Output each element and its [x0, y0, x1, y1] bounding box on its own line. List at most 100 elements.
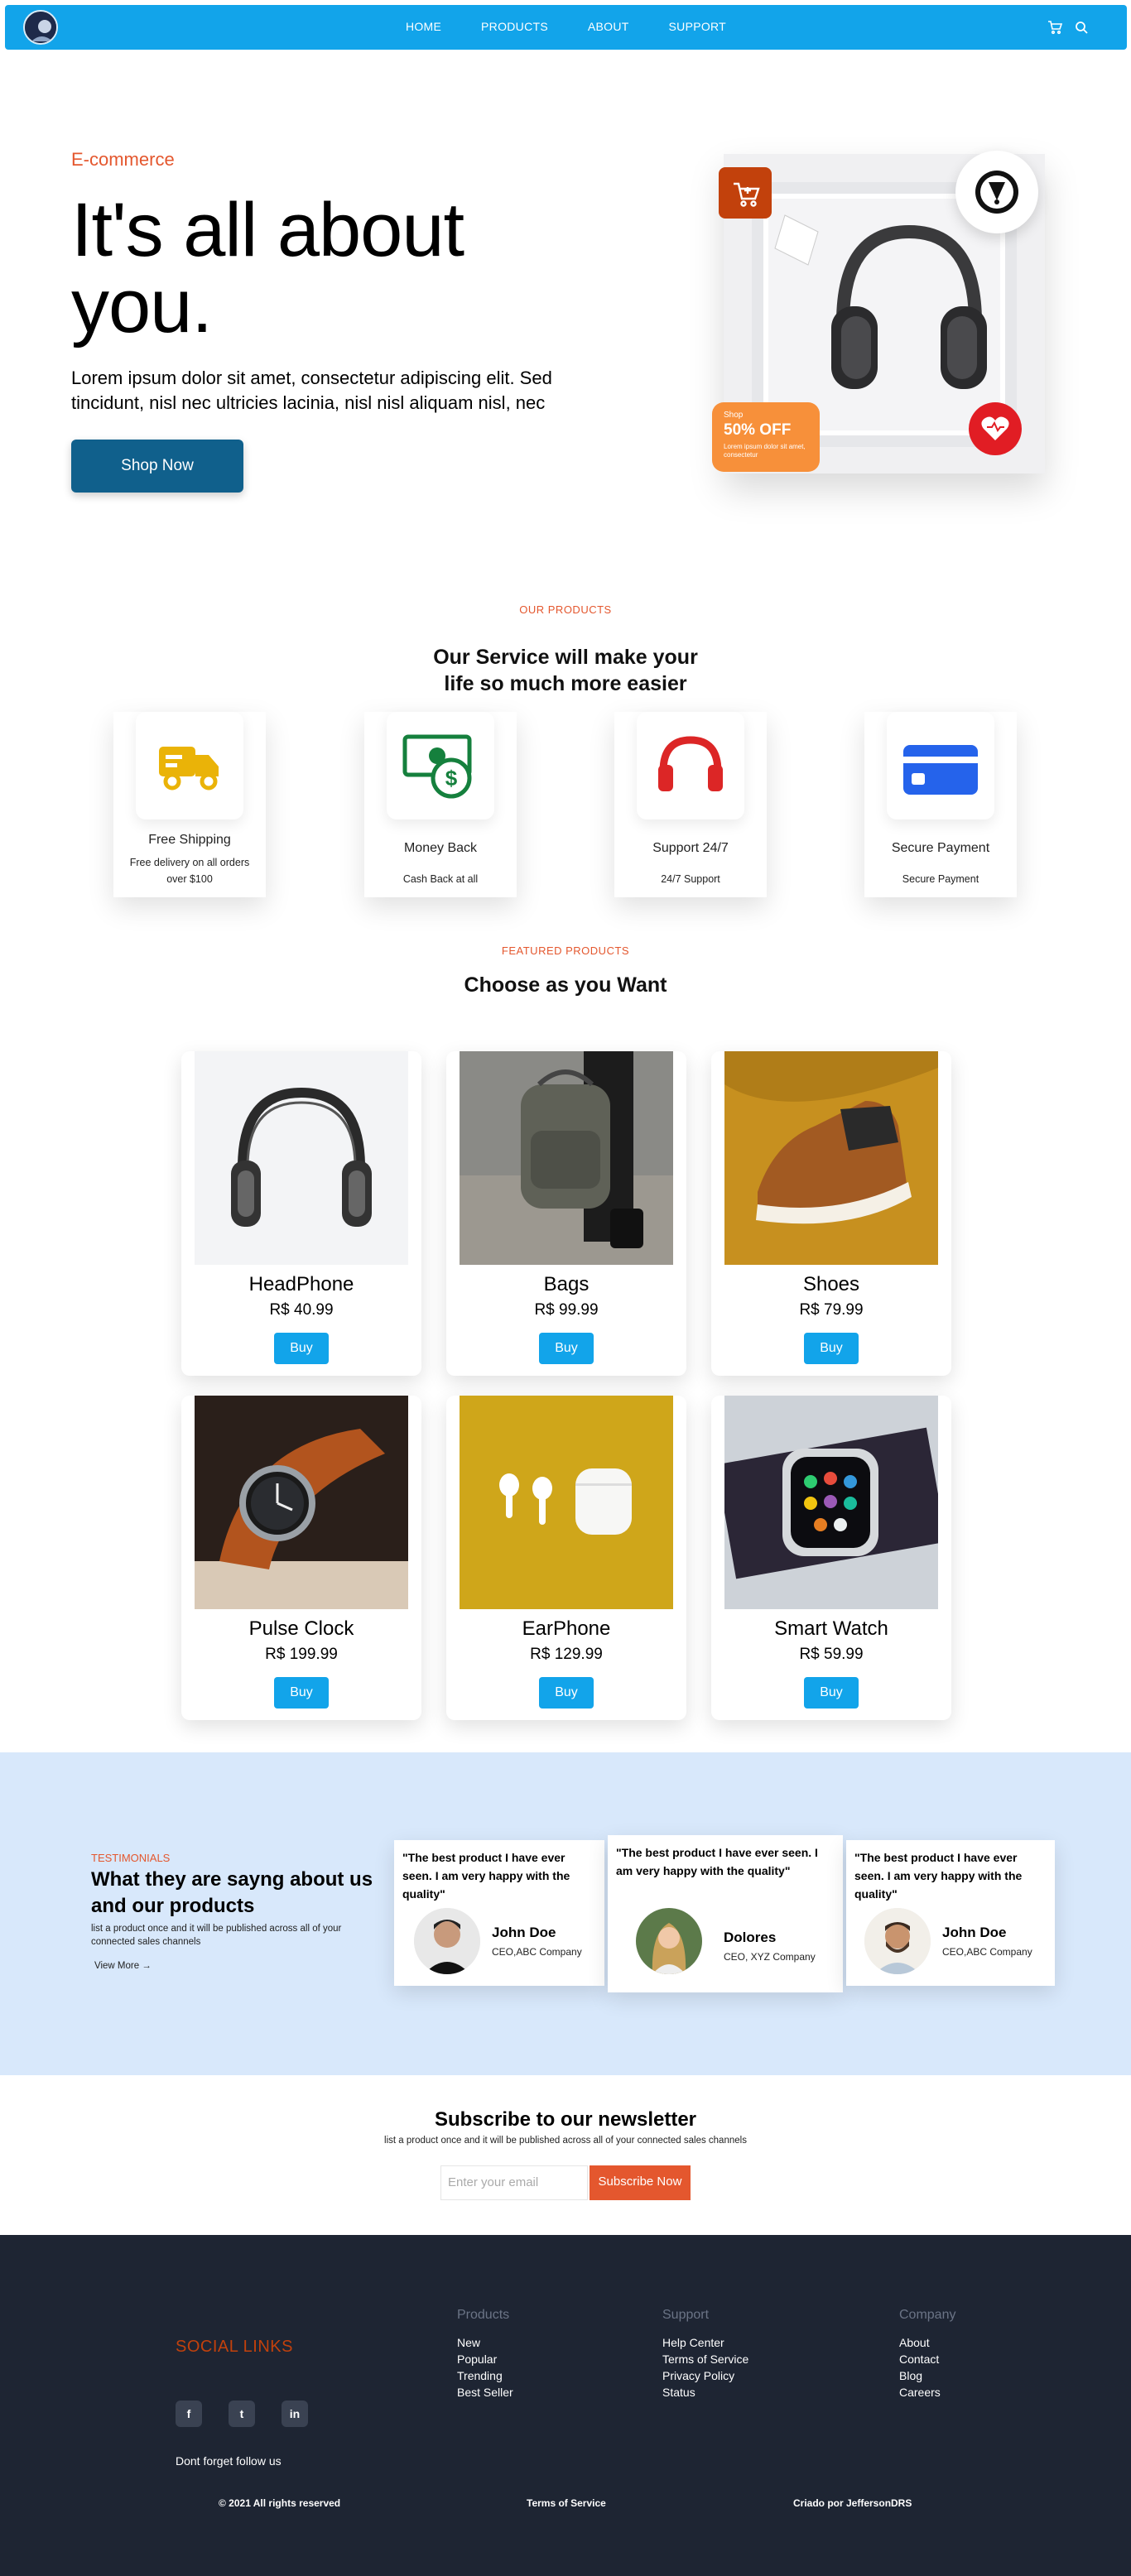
nav-link-home[interactable]: HOME [406, 20, 441, 33]
product-image-earphone [460, 1396, 673, 1609]
product-card-bags: Bags R$ 99.99 Buy [446, 1051, 686, 1376]
footer-link[interactable]: Status [662, 2384, 748, 2401]
service-card-money-back: $ Money Back Cash Back at all [364, 712, 517, 897]
view-more-link[interactable]: View More → [94, 1961, 152, 1971]
buy-button[interactable]: Buy [539, 1677, 594, 1709]
testimonial-role: CEO,ABC Company [492, 1946, 582, 1958]
hero-title: It's all about you. [71, 188, 464, 348]
money-icon: $ [387, 712, 494, 819]
twitter-icon[interactable]: t [229, 2401, 255, 2427]
footer-link[interactable]: About [899, 2334, 941, 2351]
service-desc: Free delivery on all orders over $100 [129, 857, 250, 885]
newsletter-title: Subscribe to our newsletter [434, 2108, 697, 2131]
testimonials-desc: list a product once and it will be publi… [91, 1924, 342, 1947]
footer-link[interactable]: Popular [457, 2351, 513, 2367]
service-desc: Secure Payment [902, 873, 979, 885]
product-name: Smart Watch [774, 1617, 888, 1640]
footer-col-title-company: Company [899, 2308, 956, 2322]
footer-col-title-products: Products [457, 2308, 510, 2322]
subscribe-button[interactable]: Subscribe Now [590, 2165, 691, 2200]
service-card-free-shipping: Free Shipping Free delivery on all order… [113, 712, 266, 897]
nav-link-products[interactable]: PRODUCTS [481, 20, 548, 33]
product-price: R$ 79.99 [799, 1301, 864, 1319]
product-card-earphone: EarPhone R$ 129.99 Buy [446, 1396, 686, 1720]
testimonial-quote: "The best product I have ever seen. I am… [402, 1851, 570, 1901]
buy-button[interactable]: Buy [804, 1677, 859, 1709]
footer-link[interactable]: Trending [457, 2367, 513, 2384]
footer-col-support: Help Center Terms of Service Privacy Pol… [662, 2334, 748, 2401]
follow-text: Dont forget follow us [176, 2454, 282, 2468]
buy-button[interactable]: Buy [539, 1333, 594, 1364]
product-image-headphone [195, 1051, 408, 1265]
footer-credit: Criado por JeffersonDRS [793, 2497, 912, 2509]
product-card-pulse-clock: Pulse Clock R$ 199.99 Buy [181, 1396, 421, 1720]
avatar [864, 1908, 931, 1974]
testimonials-eyebrow: TESTIMONIALS [91, 1852, 171, 1864]
search-icon[interactable] [1073, 19, 1090, 36]
email-input[interactable]: Enter your email [440, 2165, 588, 2200]
testimonial-name: Dolores [724, 1930, 777, 1945]
hero-text: Lorem ipsum dolor sit amet, consectetur … [71, 368, 552, 413]
footer-link[interactable]: Careers [899, 2384, 941, 2401]
service-title: Secure Payment [891, 841, 990, 855]
product-card-smart-watch: Smart Watch R$ 59.99 Buy [711, 1396, 951, 1720]
badge-discount: 50% OFF [724, 421, 792, 439]
product-image-smart-watch [724, 1396, 938, 1609]
copyright: © 2021 All rights reserved [219, 2497, 341, 2509]
services-eyebrow: OUR PRODUCTS [519, 603, 612, 616]
service-desc: Cash Back at all [402, 873, 479, 885]
product-name: Pulse Clock [248, 1617, 354, 1640]
testimonial-card: "The best product I have ever seen. I am… [394, 1840, 604, 1986]
testimonial-name: John Doe [942, 1925, 1007, 1940]
badge-small-text: Shop [724, 411, 744, 420]
product-name: EarPhone [522, 1617, 611, 1640]
product-image-bags [460, 1051, 673, 1265]
footer-col-company: About Contact Blog Careers [899, 2334, 941, 2401]
service-title: Money Back [403, 841, 478, 855]
badge-text: Lorem ipsum dolor sit amet, consectetur [724, 443, 806, 459]
buy-button[interactable]: Buy [274, 1677, 329, 1709]
product-card-headphone: HeadPhone R$ 40.99 Buy [181, 1051, 421, 1376]
cart-icon[interactable] [1047, 19, 1063, 36]
footer-link[interactable]: Blog [899, 2367, 941, 2384]
buy-button[interactable]: Buy [804, 1333, 859, 1364]
service-title: Free Shipping [148, 833, 231, 847]
footer-link[interactable]: Best Seller [457, 2384, 513, 2401]
product-price: R$ 59.99 [799, 1646, 864, 1663]
testimonials-title: What they are sayng about us and our pro… [91, 1868, 373, 1917]
testimonial-card: "The best product I have ever seen. I am… [846, 1840, 1055, 1986]
linkedin-icon[interactable]: in [282, 2401, 308, 2427]
avatar [414, 1908, 480, 1974]
nav-links: HOME PRODUCTS ABOUT SUPPORT [5, 20, 1127, 33]
product-image-shoes [724, 1051, 938, 1265]
nav-link-support[interactable]: SUPPORT [669, 20, 727, 33]
discount-badge: Shop 50% OFF Lorem ipsum dolor sit amet,… [712, 402, 820, 472]
featured-eyebrow: FEATURED PRODUCTS [501, 944, 630, 957]
product-price: R$ 199.99 [265, 1646, 338, 1663]
footer-col-products: New Popular Trending Best Seller [457, 2334, 513, 2401]
footer-link[interactable]: Privacy Policy [662, 2367, 748, 2384]
testimonial-role: CEO, XYZ Company [724, 1951, 816, 1963]
testimonial-role: CEO,ABC Company [942, 1946, 1032, 1958]
testimonials-section: TESTIMONIALS What they are sayng about u… [0, 1752, 1131, 2075]
footer-link[interactable]: Contact [899, 2351, 941, 2367]
award-icon [955, 151, 1038, 233]
nav-link-about[interactable]: ABOUT [588, 20, 629, 33]
testimonial-quote: "The best product I have ever seen. I am… [616, 1846, 818, 1877]
footer-link[interactable]: Terms of Service [662, 2351, 748, 2367]
product-price: R$ 129.99 [530, 1646, 603, 1663]
card-icon [887, 712, 994, 819]
footer-link[interactable]: New [457, 2334, 513, 2351]
testimonial-card: "The best product I have ever seen. I am… [608, 1835, 843, 1992]
footer-link[interactable]: Help Center [662, 2334, 748, 2351]
product-image-pulse-clock [195, 1396, 408, 1609]
testimonial-quote: "The best product I have ever seen. I am… [854, 1851, 1023, 1901]
footer-terms-link[interactable]: Terms of Service [527, 2497, 606, 2509]
headset-icon [637, 712, 744, 819]
product-name: Shoes [802, 1273, 860, 1295]
footer-col-title-support: Support [662, 2308, 710, 2322]
product-name: HeadPhone [248, 1273, 354, 1295]
shop-now-button[interactable]: Shop Now [71, 440, 243, 493]
buy-button[interactable]: Buy [274, 1333, 329, 1364]
facebook-icon[interactable]: f [176, 2401, 202, 2427]
